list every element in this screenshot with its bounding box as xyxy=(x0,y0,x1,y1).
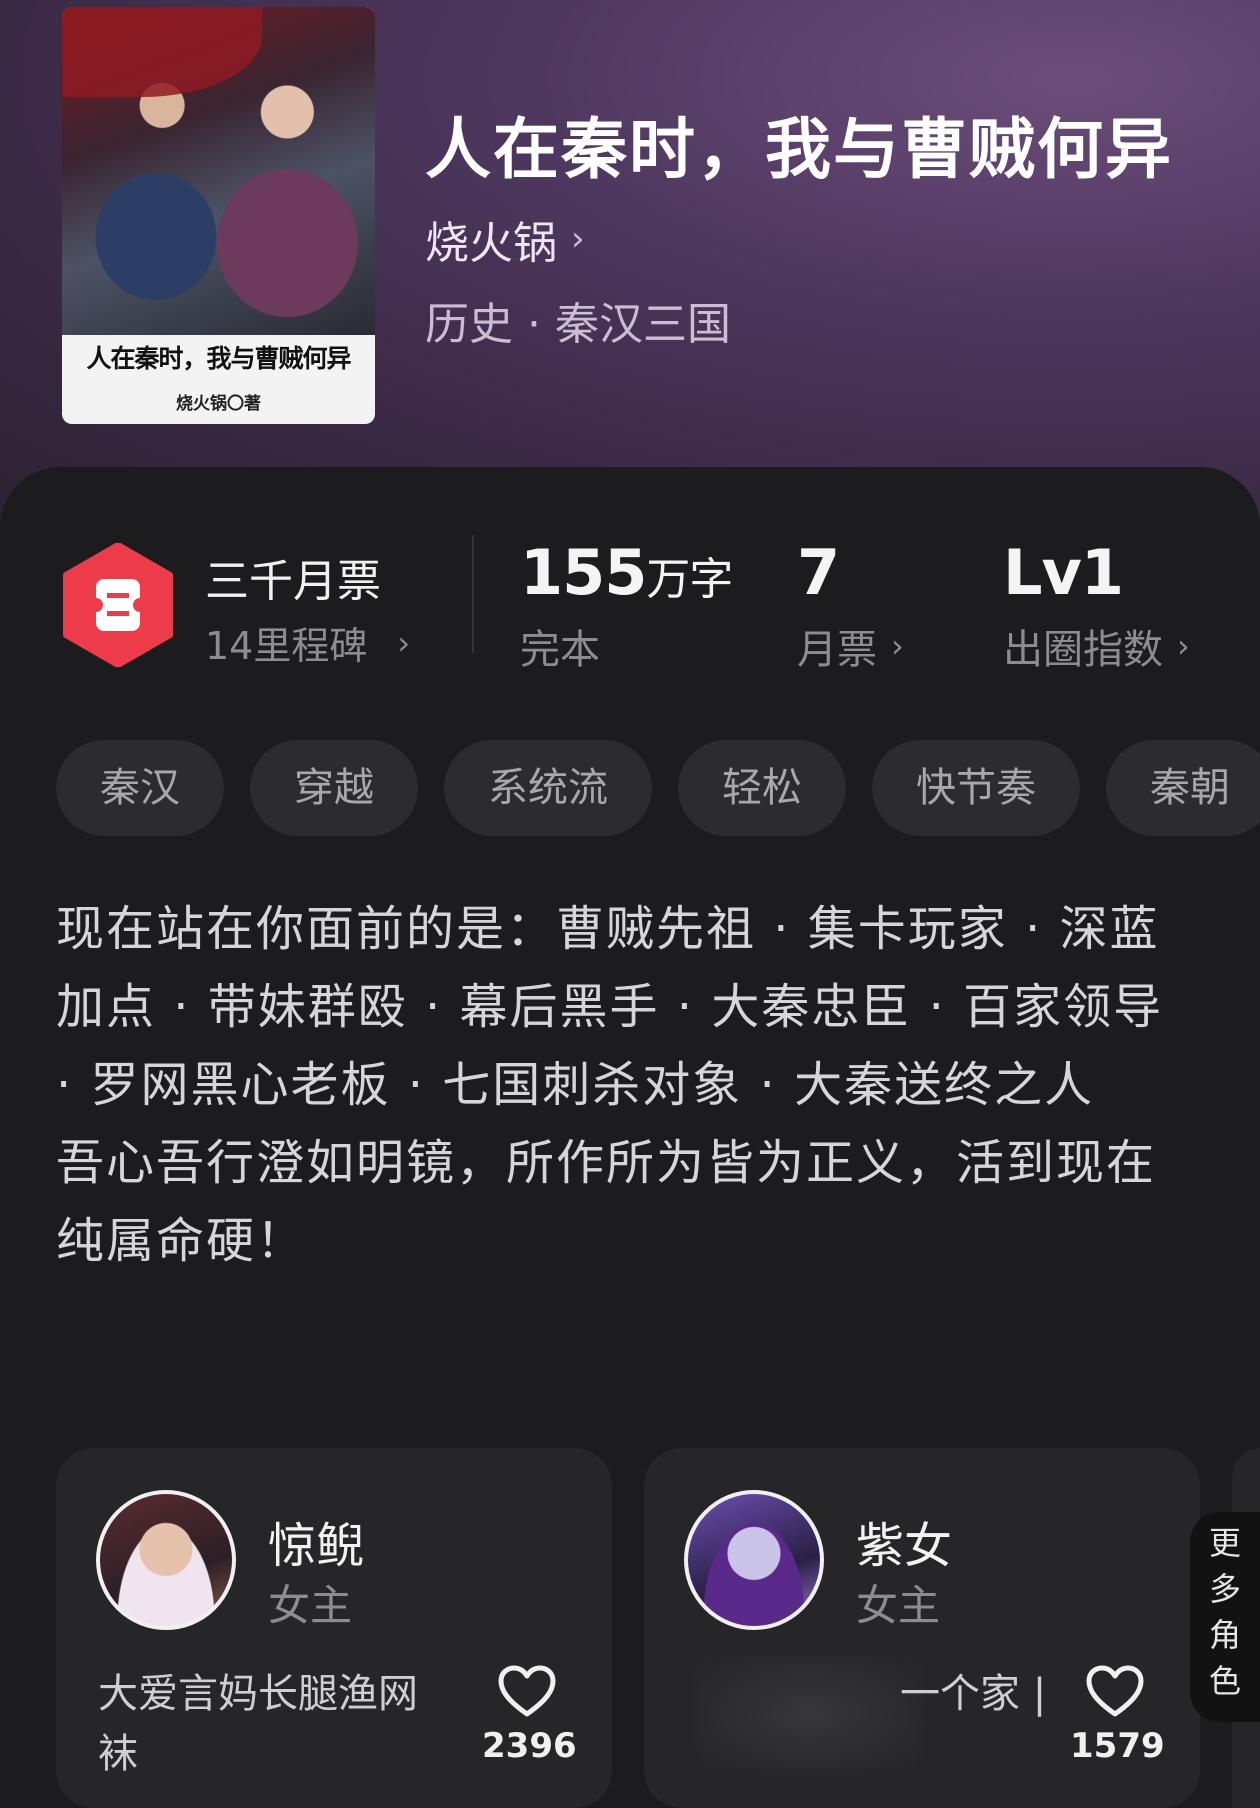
influence-index-stat[interactable]: Lv1 出圈指数 › xyxy=(1003,536,1190,675)
tag-chip[interactable]: 秦朝 xyxy=(1106,740,1260,836)
blurred-image xyxy=(694,1653,924,1773)
more-roles-char: 多 xyxy=(1208,1570,1241,1608)
character-card[interactable]: 惊鲵 女主 大爱言妈长腿渔网袜 2396 xyxy=(56,1448,612,1808)
more-roles-char: 更 xyxy=(1208,1524,1241,1562)
status-label: 完本 xyxy=(520,627,600,673)
character-name: 紫女 xyxy=(856,1518,953,1574)
book-genre: 历史 · 秦汉三国 xyxy=(425,299,731,350)
book-cover[interactable]: 人在秦时，我与曹贼何异 烧火锅〇著 xyxy=(62,7,375,424)
tag-chip[interactable]: 系统流 xyxy=(444,740,652,836)
heart-icon xyxy=(1086,1665,1144,1717)
heart-icon xyxy=(498,1665,556,1717)
more-roles-button[interactable]: 更 多 角 色 xyxy=(1190,1512,1260,1722)
chevron-right-icon: › xyxy=(1177,627,1190,665)
word-count-value: 155 xyxy=(520,536,647,609)
more-roles-char: 角 xyxy=(1208,1616,1241,1654)
monthly-ticket-icon xyxy=(63,543,173,667)
tag-chip[interactable]: 穿越 xyxy=(250,740,418,836)
milestone-link[interactable]: 14里程碑 › xyxy=(205,615,410,670)
book-description[interactable]: 现在站在你面前的是：曹贼先祖 · 集卡玩家 · 深蓝加点 · 带妹群殴 · 幕后… xyxy=(56,890,1176,1280)
divider xyxy=(472,535,474,653)
votes-label: 月票 xyxy=(797,627,877,673)
like-button[interactable]: 1579 xyxy=(1070,1664,1165,1766)
character-avatar xyxy=(96,1490,236,1630)
votes-value: 7 xyxy=(797,536,840,609)
level-value: Lv1 xyxy=(1003,536,1124,609)
chevron-right-icon: › xyxy=(397,623,411,662)
character-card[interactable]: 紫女 女主 一个家 | 1579 xyxy=(644,1448,1200,1808)
tag-chip[interactable]: 秦汉 xyxy=(56,740,224,836)
like-button[interactable]: 2396 xyxy=(482,1664,577,1766)
milestone-text: 14里程碑 xyxy=(205,624,368,668)
like-count: 2396 xyxy=(482,1726,577,1766)
character-role: 女主 xyxy=(856,1581,941,1630)
character-name: 惊鲵 xyxy=(268,1518,365,1574)
chevron-right-icon: › xyxy=(571,219,585,259)
description-paragraph: 吾心吾行澄如明镜，所作所为皆为正义，活到现在纯属命硬！ xyxy=(56,1135,1157,1269)
tag-chip[interactable]: 快节奏 xyxy=(872,740,1080,836)
word-count-unit: 万字 xyxy=(646,554,733,605)
cover-artwork xyxy=(62,7,375,335)
more-roles-char: 色 xyxy=(1208,1662,1241,1700)
author-link[interactable]: 烧火锅 › xyxy=(425,207,585,271)
character-comment: 一个家 | xyxy=(900,1671,1047,1717)
word-count-stat: 155万字 完本 xyxy=(520,536,733,675)
description-paragraph: 现在站在你面前的是：曹贼先祖 · 集卡玩家 · 深蓝加点 · 带妹群殴 · 幕后… xyxy=(56,901,1164,1113)
chevron-right-icon: › xyxy=(891,627,904,665)
character-avatar xyxy=(684,1490,824,1630)
cover-title-text: 人在秦时，我与曹贼何异 xyxy=(86,344,351,373)
monthly-votes-stat[interactable]: 7 月票 › xyxy=(797,536,904,675)
tag-list: 秦汉 穿越 系统流 轻松 快节奏 秦朝 xyxy=(56,740,1260,838)
character-role: 女主 xyxy=(268,1581,353,1630)
influence-label: 出圈指数 xyxy=(1003,627,1163,673)
tag-chip[interactable]: 轻松 xyxy=(678,740,846,836)
like-count: 1579 xyxy=(1070,1726,1165,1766)
author-name: 烧火锅 xyxy=(425,218,557,269)
cover-author-text: 烧火锅〇著 xyxy=(176,394,261,414)
book-header: 人在秦时，我与曹贼何异 烧火锅〇著 人在秦时，我与曹贼何异 烧火锅 › 历史 ·… xyxy=(0,0,1260,520)
character-comment: 大爱言妈长腿渔网袜 xyxy=(98,1671,418,1777)
book-title: 人在秦时，我与曹贼何异 xyxy=(425,110,1173,188)
ticket-label: 三千月票 xyxy=(205,556,381,607)
